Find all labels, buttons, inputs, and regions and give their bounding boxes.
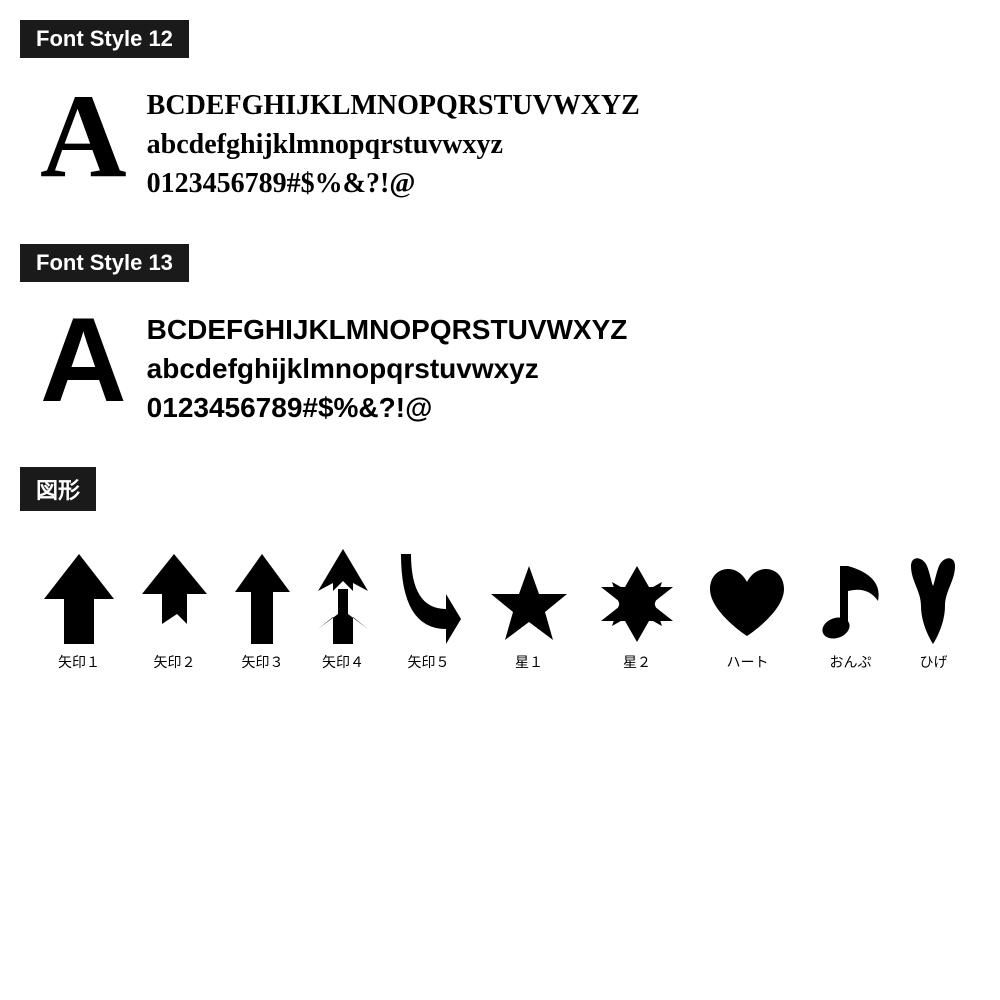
font-style-13-label: Font Style 13 [20,244,189,282]
star1-label: 星１ [515,652,543,672]
page: Font Style 12 A BCDEFGHIJKLMNOPQRSTUVWXY… [0,0,1000,692]
font-style-12-big-letter: A [40,76,127,196]
font-style-13-demo: A BCDEFGHIJKLMNOPQRSTUVWXYZ abcdefghijkl… [20,300,980,428]
font-style-12-line-1: BCDEFGHIJKLMNOPQRSTUVWXYZ [147,86,640,125]
font-style-13-section: Font Style 13 A BCDEFGHIJKLMNOPQRSTUVWXY… [20,244,980,428]
arrow3-label: 矢印３ [242,652,284,672]
shape-arrow2: 矢印２ [142,554,207,672]
shapes-label: 図形 [20,467,96,511]
star2-icon [597,564,677,644]
shape-star2: 星２ [597,564,677,672]
font-style-12-char-lines: BCDEFGHIJKLMNOPQRSTUVWXYZ abcdefghijklmn… [147,76,640,204]
music-label: おんぷ [830,652,872,672]
shape-arrow3: 矢印３ [235,554,290,672]
shapes-grid: 矢印１ 矢印２ 矢印３ [20,529,980,672]
shape-mustache: ひげ [911,556,956,672]
shape-star1: 星１ [489,564,569,672]
font-style-12-demo: A BCDEFGHIJKLMNOPQRSTUVWXYZ abcdefghijkl… [20,76,980,204]
shape-arrow1: 矢印１ [44,554,114,672]
font-style-12-line-3: 0123456789#$%&?!@ [147,164,640,203]
mustache-label: ひげ [920,652,948,672]
font-style-13-line-3: 0123456789#$%&?!@ [147,388,628,427]
star1-icon [489,564,569,644]
shape-heart: ハート [705,564,790,672]
arrow1-icon [44,554,114,644]
shape-music: おんぷ [818,556,883,672]
music-icon [818,556,883,644]
font-style-13-big-letter: A [40,300,127,420]
arrow2-label: 矢印２ [154,652,196,672]
arrow1-label: 矢印１ [58,652,100,672]
font-style-13-line-1: BCDEFGHIJKLMNOPQRSTUVWXYZ [147,310,628,349]
mustache-icon [911,556,956,644]
font-style-12-section: Font Style 12 A BCDEFGHIJKLMNOPQRSTUVWXY… [20,20,980,204]
arrow2-icon [142,554,207,644]
arrow4-label: 矢印４ [322,652,364,672]
arrow5-icon [396,554,461,644]
arrow4-icon [318,549,368,644]
font-style-13-line-2: abcdefghijklmnopqrstuvwxyz [147,349,628,388]
arrow5-label: 矢印５ [408,652,450,672]
font-style-12-line-2: abcdefghijklmnopqrstuvwxyz [147,125,640,164]
shape-arrow4: 矢印４ [318,549,368,672]
font-style-12-label: Font Style 12 [20,20,189,58]
heart-icon [705,564,790,644]
heart-label: ハート [727,652,769,672]
star2-label: 星２ [623,652,651,672]
arrow3-icon [235,554,290,644]
shape-arrow5: 矢印５ [396,554,461,672]
shapes-section: 図形 矢印１ 矢印２ [20,467,980,672]
font-style-13-char-lines: BCDEFGHIJKLMNOPQRSTUVWXYZ abcdefghijklmn… [147,300,628,428]
